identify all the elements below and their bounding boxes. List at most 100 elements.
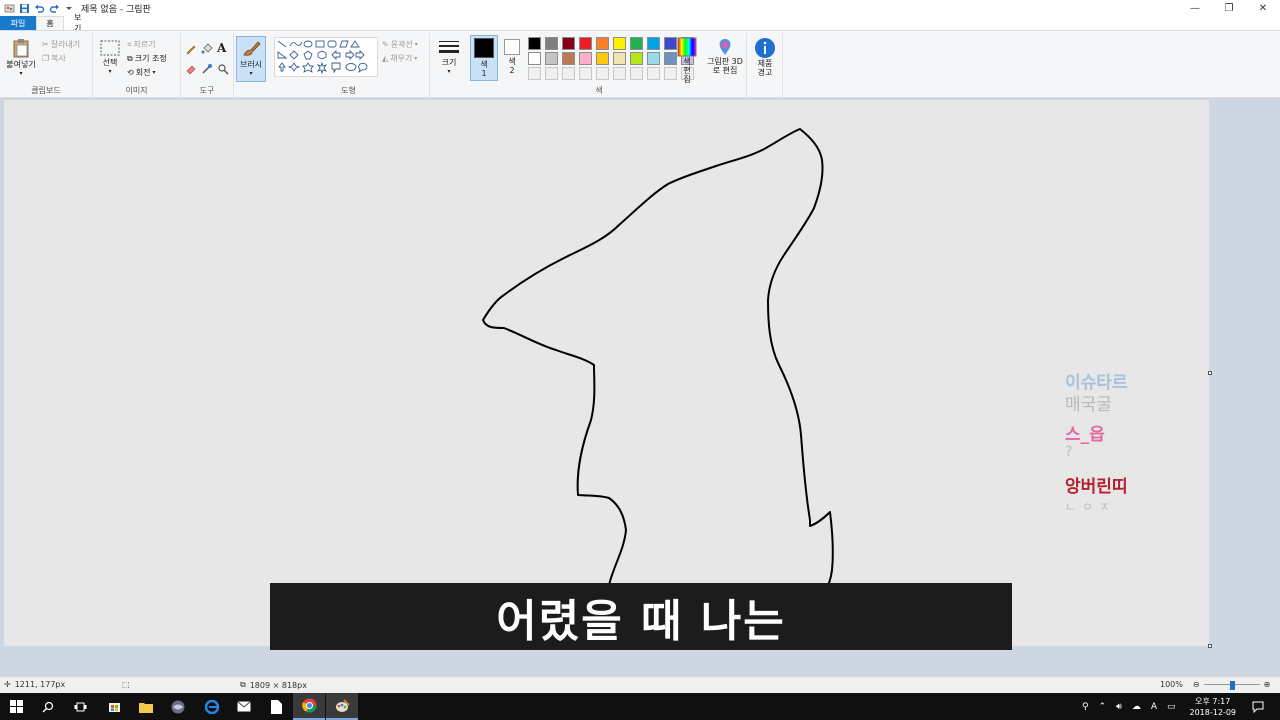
palette-swatch[interactable] — [596, 52, 609, 65]
edit-colors-label: 색 편집 — [683, 57, 691, 84]
rotate-button[interactable]: ⟲ 회전 ▾ — [127, 67, 155, 78]
fill-button[interactable]: ◭ 채우기 ▾ — [382, 53, 417, 64]
crop-button[interactable]: ⌗ 자르기 — [127, 39, 156, 50]
line-size-icon — [439, 41, 459, 53]
palette-swatch[interactable] — [579, 52, 592, 65]
resize-button[interactable]: ⧉ 크기 조정 — [127, 53, 167, 64]
paint-taskbar-button[interactable] — [326, 693, 358, 720]
save-icon[interactable] — [17, 1, 31, 15]
size-button[interactable]: 크기 ▾ — [434, 39, 464, 75]
cloud-icon[interactable]: ☁ — [1132, 702, 1141, 712]
clock[interactable]: 오후 7:17 2018-12-09 — [1190, 696, 1237, 718]
color-picker-icon[interactable] — [201, 63, 213, 78]
palette-swatch[interactable] — [596, 37, 609, 50]
document-button[interactable] — [260, 693, 292, 720]
palette-swatch[interactable] — [613, 67, 626, 80]
palette-swatch[interactable] — [528, 52, 541, 65]
palette-swatch[interactable] — [562, 52, 575, 65]
edit-in-paint3d-button[interactable]: 그림판 3D로 편집 — [705, 37, 745, 75]
mail-icon — [237, 701, 251, 712]
edit-colors-icon — [677, 37, 697, 57]
palette-swatch[interactable] — [630, 37, 643, 50]
palette-swatch[interactable] — [647, 52, 660, 65]
redo-icon[interactable] — [47, 1, 61, 15]
palette-swatch[interactable] — [630, 67, 643, 80]
palette-swatch[interactable] — [596, 67, 609, 80]
select-button[interactable]: 선택 ▾ — [97, 39, 123, 75]
size-label: 크기 — [441, 58, 457, 67]
store-button[interactable] — [98, 693, 130, 720]
undo-icon[interactable] — [32, 1, 46, 15]
palette-swatch[interactable] — [528, 67, 541, 80]
minimize-button[interactable]: — — [1178, 0, 1212, 16]
edge-button[interactable] — [196, 693, 228, 720]
drawing-canvas[interactable]: 이슈타르 매국굴 스_읍 ? 앙버린띠 ㄴㅇㅈ — [4, 100, 1209, 646]
outline-button[interactable]: ✎ 윤곽선 ▾ — [382, 39, 418, 50]
cut-button[interactable]: ✂ 잘라내기 — [42, 39, 80, 50]
palette-swatch[interactable] — [545, 67, 558, 80]
volume-icon[interactable]: 🔊︎ — [1116, 702, 1122, 712]
edit-colors-button[interactable]: 색 편집 — [675, 37, 699, 84]
paste-button[interactable]: 붙여넣기 ▾ — [4, 37, 38, 77]
shapes-gallery[interactable] — [274, 37, 378, 77]
close-button[interactable]: ✕ — [1246, 0, 1280, 16]
start-button[interactable] — [0, 693, 32, 720]
selection-size-icon: ⬚ — [122, 680, 130, 689]
eraser-icon[interactable] — [185, 63, 197, 78]
palette-swatch[interactable] — [528, 37, 541, 50]
pencil-icon[interactable] — [185, 43, 197, 58]
palette-swatch[interactable] — [630, 52, 643, 65]
palette-swatch[interactable] — [613, 52, 626, 65]
product-alert-button[interactable]: 제품 경고 — [751, 37, 779, 77]
brushes-button[interactable]: 브러시 ▾ — [236, 36, 266, 82]
palette-swatch[interactable] — [545, 37, 558, 50]
zoom-out-icon[interactable]: ⊖ — [1193, 680, 1200, 689]
selection-size: ⬚ — [122, 680, 130, 689]
paint3d-icon — [719, 39, 731, 55]
search-button[interactable] — [32, 693, 64, 720]
tab-home[interactable]: 홈 — [36, 16, 64, 30]
chrome-button[interactable] — [293, 693, 325, 720]
file-explorer-button[interactable] — [130, 693, 162, 720]
palette-swatch[interactable] — [613, 37, 626, 50]
show-hidden-icons[interactable]: ⌃ — [1099, 702, 1107, 712]
paint-app-icon[interactable] — [2, 1, 16, 15]
color1-button[interactable]: 색 1 — [470, 35, 498, 81]
brushes-group: 브러시 ▾ — [234, 33, 268, 97]
rotate-label: 회전 — [135, 68, 151, 77]
quick-access-toolbar — [0, 0, 77, 16]
watermark-line-2: 매국굴 — [1065, 395, 1112, 415]
people-icon[interactable]: ⚲ — [1082, 702, 1089, 712]
crop-label: 자르기 — [133, 40, 156, 49]
resize-handle-right[interactable] — [1208, 371, 1212, 375]
text-tool-icon[interactable]: A — [217, 41, 226, 55]
tab-file[interactable]: 파일 — [0, 16, 36, 30]
mail-button[interactable] — [228, 693, 260, 720]
palette-swatch[interactable] — [579, 37, 592, 50]
color2-button[interactable]: 색 2 — [501, 39, 523, 75]
tab-view[interactable]: 보기 — [64, 13, 98, 33]
magnifier-icon[interactable] — [217, 63, 229, 78]
restore-button[interactable]: ❐ — [1212, 0, 1246, 16]
action-center-button[interactable] — [1252, 693, 1264, 720]
folder-icon — [139, 702, 153, 713]
copy-label: 복사 — [51, 54, 66, 63]
fill-bucket-icon[interactable] — [201, 43, 213, 58]
copy-button[interactable]: ❐ 복사 — [42, 53, 66, 64]
network-icon[interactable]: ▭ — [1167, 702, 1176, 712]
palette-swatch[interactable] — [579, 67, 592, 80]
palette-swatch[interactable] — [545, 52, 558, 65]
store-icon — [108, 703, 120, 712]
zoom-slider[interactable] — [1203, 680, 1260, 690]
task-view-button[interactable] — [64, 693, 96, 720]
palette-swatch[interactable] — [562, 37, 575, 50]
ime-indicator[interactable]: A — [1151, 702, 1157, 712]
palette-swatch[interactable] — [562, 67, 575, 80]
zoom-in-icon[interactable]: ⊕ — [1264, 680, 1271, 689]
resize-handle-corner[interactable] — [1208, 644, 1212, 648]
window-controls: — ❐ ✕ — [1178, 0, 1280, 16]
palette-swatch[interactable] — [647, 67, 660, 80]
paste-label: 붙여넣기 — [6, 60, 36, 69]
palette-swatch[interactable] — [647, 37, 660, 50]
app-globe-button[interactable] — [162, 693, 194, 720]
